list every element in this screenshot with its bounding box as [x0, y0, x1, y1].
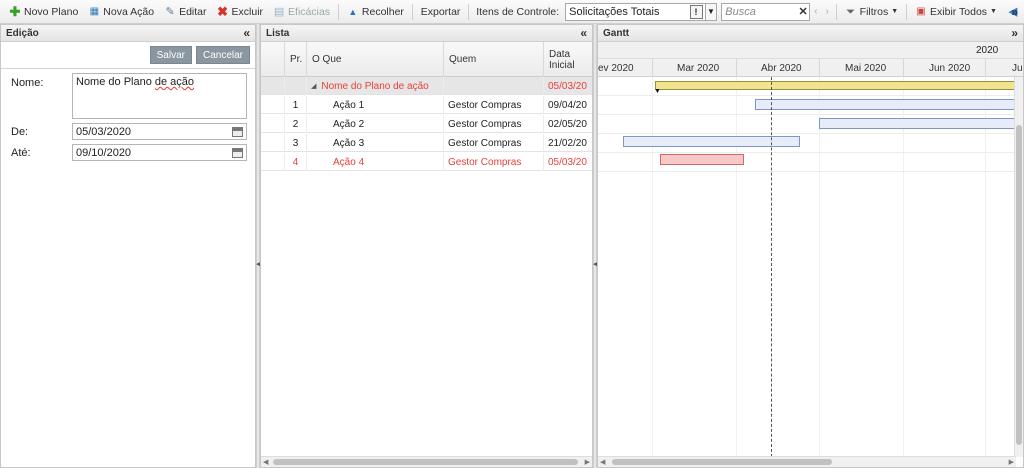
toolbar-separator [468, 3, 470, 20]
list-horizontal-scrollbar[interactable]: ◀ ▶ [261, 456, 592, 467]
gantt-panel: Gantt » 2020 ev 2020 Mar 2020 Abr 2020 M… [597, 24, 1024, 468]
plus-icon: ✚ [9, 3, 21, 19]
gantt-bar[interactable] [819, 118, 1020, 129]
column-header-quem[interactable]: Quem [444, 42, 544, 77]
ate-label: Até: [11, 147, 31, 159]
nova-acao-button[interactable]: ▦ Nova Ação [83, 2, 159, 22]
chevron-left-icon[interactable]: ‹ [810, 6, 821, 17]
column-header-pr[interactable]: Pr. [285, 42, 307, 77]
table-row[interactable]: 3 Ação 3 Gestor Compras 21/02/20 [261, 134, 592, 152]
calendar-icon: ▣ [916, 5, 926, 17]
add-action-icon: ▦ [89, 5, 100, 17]
gantt-bar-overdue[interactable] [660, 154, 744, 165]
list-panel-title: Lista [266, 27, 290, 39]
calendar-icon[interactable] [232, 126, 243, 137]
document-check-icon: ▤ [273, 5, 285, 18]
nome-textarea[interactable]: Nome do Plano de ação [72, 73, 247, 119]
gantt-bar[interactable] [755, 99, 1020, 110]
de-date-input[interactable]: 05/03/2020 [72, 123, 247, 140]
gantt-month: Jun 2020 [903, 59, 985, 77]
itens-de-controle-select[interactable]: Solicitações Totais ! [565, 2, 706, 21]
gantt-year-label: 2020 [976, 45, 999, 56]
excluir-button[interactable]: ✖ Excluir [212, 2, 269, 22]
gantt-month: ev 2020 [598, 59, 652, 77]
save-button[interactable]: Salvar [149, 46, 192, 64]
delete-icon: ✖ [217, 3, 228, 19]
expand-triangle-icon[interactable]: ◢ [311, 82, 316, 90]
table-row[interactable]: 4 Ação 4 Gestor Compras 05/03/20 [261, 153, 592, 171]
scroll-thumb[interactable] [273, 459, 578, 465]
gantt-panel-header: Gantt » [598, 25, 1023, 42]
editar-button[interactable]: ✎ Editar [159, 2, 211, 22]
edit-panel: Edição « Salvar Cancelar Nome: Nome do P… [0, 24, 256, 468]
collapse-left-icon[interactable]: « [243, 26, 250, 40]
de-label: De: [11, 126, 29, 138]
table-row[interactable]: 1 Ação 1 Gestor Compras 09/04/20 [261, 96, 592, 114]
recolher-button[interactable]: ▲ Recolher [342, 2, 409, 22]
list-panel: Lista « Pr. O Que Quem Data Inicial ◢ No… [260, 24, 593, 468]
expand-right-icon[interactable]: » [1011, 26, 1018, 40]
expand-toolbar-icon[interactable]: » [1011, 5, 1018, 19]
table-row[interactable]: 2 Ação 2 Gestor Compras 02/05/20 [261, 115, 592, 133]
gantt-year-header: 2020 [598, 42, 1023, 59]
toolbar-separator [835, 3, 837, 20]
search-input[interactable]: Busca ✕ [721, 2, 811, 21]
toolbar-separator [906, 3, 908, 20]
pencil-icon: ✎ [165, 5, 175, 18]
edit-actions: Salvar Cancelar [1, 42, 255, 65]
itens-de-controle-label: Itens de Controle: [476, 5, 560, 18]
edit-panel-title: Edição [6, 27, 39, 39]
milestone-marker-icon: ▼ [654, 88, 661, 95]
gantt-vertical-scrollbar[interactable] [1014, 77, 1023, 457]
list-panel-header: Lista « [261, 25, 592, 42]
filter-icon: ⏷ [846, 5, 856, 18]
scroll-thumb[interactable] [612, 459, 832, 465]
cancel-button[interactable]: Cancelar [195, 46, 250, 64]
gantt-chart-area: ▼ [598, 77, 1020, 457]
gantt-bar-plan[interactable] [655, 81, 1020, 90]
calendar-icon[interactable] [232, 147, 243, 158]
today-line [771, 77, 772, 457]
filtros-button[interactable]: ⏷ Filtros ▼ [840, 2, 904, 22]
toolbar-separator [411, 3, 413, 20]
gantt-month: Abr 2020 [736, 59, 819, 77]
gantt-month: Mar 2020 [652, 59, 736, 77]
chevron-down-icon[interactable]: ▼ [705, 2, 718, 21]
gantt-month-header: ev 2020 Mar 2020 Abr 2020 Mai 2020 Jun 2… [598, 59, 1023, 77]
chevron-down-icon: ▼ [891, 8, 899, 15]
edit-panel-header: Edição « [1, 25, 255, 42]
gantt-panel-title: Gantt [603, 27, 630, 39]
exportar-button[interactable]: Exportar [416, 2, 466, 22]
form-divider [1, 68, 255, 69]
toolbar-separator [338, 3, 339, 20]
list-grid-header: Pr. O Que Quem Data Inicial [261, 42, 592, 77]
gantt-bar[interactable] [623, 136, 800, 147]
exibir-todos-button[interactable]: ▣ Exibir Todos ▼ [910, 2, 1002, 22]
gantt-horizontal-scrollbar[interactable]: ◀ ▶ [598, 456, 1016, 467]
gantt-month: Ju [985, 59, 1023, 77]
novo-plano-button[interactable]: ✚ Novo Plano [4, 2, 83, 22]
close-icon[interactable]: ✕ [797, 5, 809, 18]
alert-icon[interactable]: ! [689, 4, 703, 19]
ate-date-input[interactable]: 09/10/2020 [72, 144, 247, 161]
nome-label: Nome: [11, 77, 44, 89]
chevron-right-icon[interactable]: › [822, 6, 833, 17]
scroll-left-icon[interactable]: ◀ [600, 457, 605, 467]
scroll-right-icon[interactable]: ▶ [585, 457, 590, 467]
collapse-up-icon: ▲ [348, 6, 358, 17]
table-row-plan[interactable]: ◢ Nome do Plano de ação 05/03/20 [261, 77, 592, 95]
scroll-thumb[interactable] [1016, 125, 1022, 445]
chevron-down-icon: ▼ [990, 8, 997, 15]
column-header-empty [261, 42, 285, 77]
collapse-left-icon[interactable]: « [580, 26, 587, 40]
scroll-left-icon[interactable]: ◀ [263, 457, 268, 467]
column-header-oque[interactable]: O Que [307, 42, 444, 77]
gantt-month: Mai 2020 [819, 59, 903, 77]
toolbar: ✚ Novo Plano ▦ Nova Ação ✎ Editar ✖ Excl… [0, 0, 1024, 24]
column-header-data-inicial[interactable]: Data Inicial [544, 42, 592, 77]
scroll-right-icon[interactable]: ▶ [1009, 457, 1014, 467]
eficacias-button[interactable]: ▤ Eficácias [268, 2, 335, 22]
